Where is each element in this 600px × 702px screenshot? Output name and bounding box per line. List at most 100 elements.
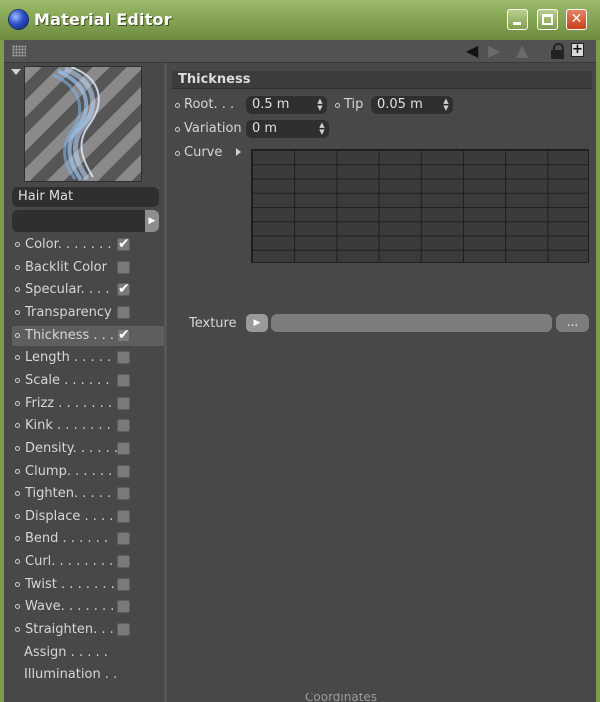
curve-expand-icon[interactable] [236,148,241,156]
channel-label: Kink . . . . . . . [25,418,111,434]
hair-strands-preview-icon [52,67,100,181]
curve-editor-grid[interactable] [251,149,589,263]
channel-checkbox[interactable]: ✔ [117,328,130,342]
channel-item[interactable]: Length . . . . . [12,348,164,368]
channel-label: Twist . . . . . . . [25,576,115,592]
channel-item[interactable]: Wave. . . . . . . [12,597,164,617]
minimize-button[interactable] [507,9,528,30]
channel-checkbox[interactable] [117,623,130,637]
material-link-field[interactable] [12,210,145,232]
back-arrow-icon[interactable]: ◀ [466,43,478,59]
animation-dot-icon[interactable] [175,103,180,108]
channel-checkbox[interactable] [117,396,130,410]
channel-checkbox[interactable] [117,419,130,433]
channel-dot-icon [15,400,20,406]
channel-item[interactable]: Clump. . . . . . [12,462,164,482]
material-preview[interactable] [24,66,142,182]
root-input[interactable]: 0.5 m ▲ ▼ [246,96,327,114]
channel-item[interactable]: Color. . . . . . . ✔ [12,235,164,255]
channel-item[interactable]: Curl. . . . . . . . [12,552,164,572]
channel-item[interactable]: Kink . . . . . . . [12,416,164,436]
lock-icon[interactable] [551,43,564,59]
channel-dot-icon [15,491,20,497]
channel-item[interactable]: Density. . . . . . [12,439,164,459]
close-button[interactable]: ✕ [566,9,587,30]
titlebar[interactable]: Material Editor ✕ [0,0,600,40]
channel-item[interactable]: Straighten. . . [12,620,164,640]
minimize-icon [513,22,521,25]
channel-item[interactable]: Tighten. . . . . [12,484,164,504]
grip-icon[interactable] [12,45,26,57]
channel-checkbox[interactable] [117,373,130,387]
channel-dot-icon [15,287,20,293]
channel-dot-icon [15,242,20,247]
collapse-triangle-icon[interactable] [11,69,21,75]
channel-item[interactable]: Illumination . . [12,665,164,685]
channel-dot-icon [15,536,20,542]
channel-checkbox[interactable] [117,305,130,319]
channel-label: Wave. . . . . . . [25,599,115,615]
root-spinner-icon[interactable]: ▲ ▼ [317,98,323,112]
channel-panel: Hair Mat ▶ Color. . . . . . . ✔ Backlit Co… [8,63,165,702]
curve-property: Curve [175,144,235,164]
material-link-button[interactable]: ▶ [145,210,159,232]
channel-item[interactable]: Backlit Color [12,258,164,278]
variation-input[interactable]: 0 m ▲ ▼ [246,120,329,138]
editor-client-area: ◀ ▶ ▲ + Hair Mat ▶ Color. . . . . . . ✔ … [4,40,596,702]
channel-checkbox[interactable]: ✔ [117,237,130,251]
channel-label: Bend . . . . . . [25,531,108,547]
channel-dot-icon [15,513,20,519]
maximize-button[interactable] [537,9,558,30]
forward-arrow-icon[interactable]: ▶ [488,43,500,59]
channel-item[interactable]: Specular. . . . ✔ [12,280,164,300]
material-name-field[interactable]: Hair Mat [12,187,159,207]
attributes-panel: Thickness Root. . . 0.5 m ▲ ▼ Tip 0.05 m … [167,63,596,702]
channel-checkbox[interactable] [117,487,130,501]
channel-item[interactable]: Transparency [12,303,164,323]
lock-body [551,50,564,59]
channel-checkbox[interactable] [117,260,130,274]
tip-spinner-icon[interactable]: ▲ ▼ [443,98,449,112]
channel-dot-icon [15,264,20,270]
animation-dot-icon[interactable] [335,103,340,108]
up-arrow-icon[interactable]: ▲ [516,43,528,59]
variation-value: 0 m [252,121,278,136]
variation-label: Variation [184,121,242,136]
channel-label: Assign . . . . . [24,644,108,660]
channel-checkbox[interactable]: ✔ [117,282,130,297]
channel-checkbox[interactable] [117,555,130,569]
root-property: Root. . . [175,96,245,116]
channel-item[interactable]: Thickness . . . ✔ [12,325,164,346]
animation-dot-icon[interactable] [175,127,180,132]
channel-label: Color. . . . . . . [25,237,112,252]
texture-play-button[interactable]: ▶ [246,314,268,332]
channel-checkbox[interactable] [117,577,130,591]
channel-checkbox[interactable] [117,351,130,365]
channel-checkbox[interactable] [117,509,130,523]
channel-item[interactable]: Twist . . . . . . . [12,575,164,595]
channel-label: Density. . . . . . [25,440,119,456]
new-window-icon[interactable]: + [571,43,584,57]
texture-path-field[interactable] [271,314,552,332]
texture-browse-button[interactable]: ... [556,314,589,332]
channel-item[interactable]: Scale . . . . . . [12,371,164,391]
channel-item[interactable]: Bend . . . . . . [12,529,164,549]
tip-input[interactable]: 0.05 m ▲ ▼ [371,96,453,114]
channel-item[interactable]: Displace . . . . [12,507,164,527]
root-label: Root. . . [184,97,235,112]
channel-item[interactable]: Assign . . . . . [12,643,164,663]
channel-checkbox[interactable] [117,441,130,455]
cinema4d-app-icon [9,10,28,29]
channel-checkbox[interactable] [117,532,130,546]
channel-dot-icon [15,423,20,429]
animation-dot-icon[interactable] [175,151,180,156]
channel-checkbox[interactable] [117,600,130,614]
channel-item[interactable]: Frizz . . . . . . . [12,394,164,414]
variation-spinner-icon[interactable]: ▲ ▼ [319,122,325,136]
channel-dot-icon [15,581,20,587]
channel-label: Curl. . . . . . . . [25,554,114,570]
tip-property: Tip [335,96,371,116]
section-title: Thickness [172,71,592,89]
channel-label: Transparency [25,304,112,320]
channel-checkbox[interactable] [117,464,130,478]
